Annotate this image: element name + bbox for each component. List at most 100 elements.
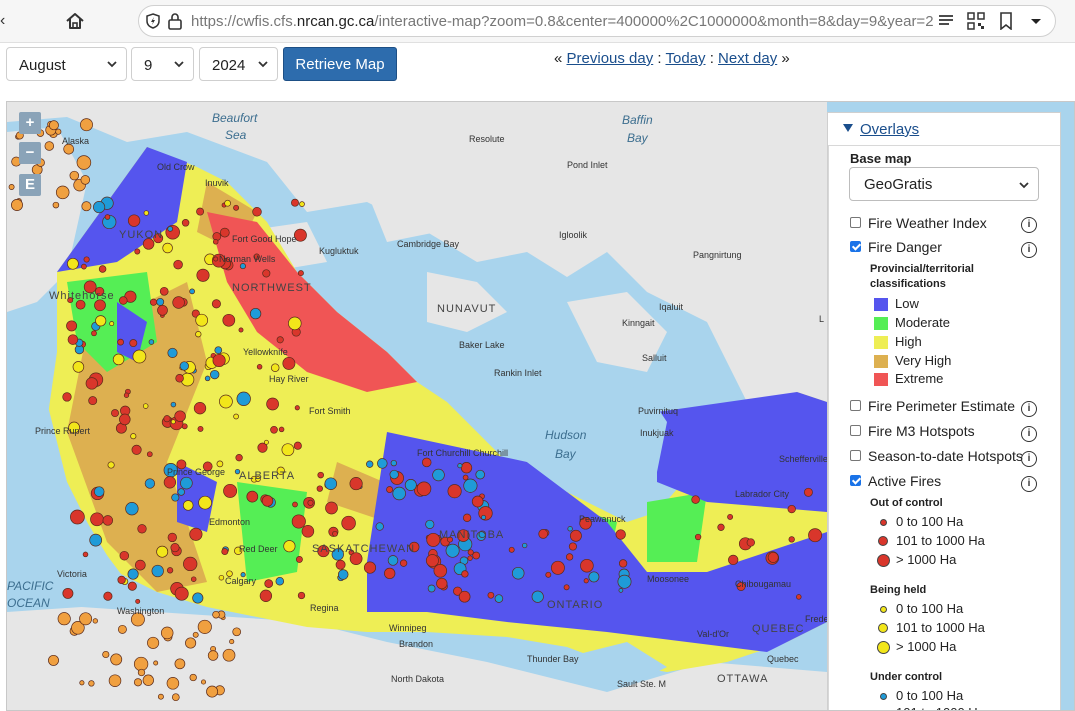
fire-marker[interactable] xyxy=(166,677,180,690)
fire-marker[interactable] xyxy=(728,554,739,566)
fire-marker[interactable] xyxy=(132,349,147,364)
fire-marker[interactable] xyxy=(67,334,79,345)
fire-marker[interactable] xyxy=(387,555,399,566)
fire-marker[interactable] xyxy=(183,556,198,572)
fire-marker[interactable] xyxy=(148,339,155,345)
fire-marker[interactable] xyxy=(166,567,174,574)
fire-marker[interactable] xyxy=(112,353,125,366)
fire-marker[interactable] xyxy=(588,571,600,583)
back-button[interactable]: ‹ xyxy=(0,12,5,30)
fire-marker[interactable] xyxy=(239,263,246,270)
fwi-checkbox[interactable] xyxy=(850,217,861,228)
fire-marker[interactable] xyxy=(727,513,734,520)
collapse-triangle-icon[interactable] xyxy=(842,122,854,134)
fire-marker[interactable] xyxy=(214,346,223,355)
fire-marker[interactable] xyxy=(103,591,113,601)
fire-marker[interactable] xyxy=(189,673,197,682)
fire-marker[interactable] xyxy=(212,610,220,619)
fire-marker[interactable] xyxy=(174,410,186,422)
fire-marker[interactable] xyxy=(270,363,280,372)
fire-marker[interactable] xyxy=(133,656,149,672)
fire-marker[interactable] xyxy=(494,594,504,603)
fire-marker[interactable] xyxy=(618,588,624,593)
fire-marker[interactable] xyxy=(129,339,138,348)
fire-marker[interactable] xyxy=(335,559,346,570)
fire-marker[interactable] xyxy=(236,391,251,406)
fire-marker[interactable] xyxy=(565,553,574,561)
basemap-select[interactable]: GeoGratis xyxy=(849,167,1039,201)
fire-marker[interactable] xyxy=(192,631,199,638)
fire-marker[interactable] xyxy=(377,458,388,469)
fire-marker[interactable] xyxy=(117,575,126,585)
fire-marker[interactable] xyxy=(196,268,210,282)
fire-marker[interactable] xyxy=(390,459,397,467)
fire-marker[interactable] xyxy=(134,248,141,255)
fire-marker[interactable] xyxy=(694,533,702,541)
fire-marker[interactable] xyxy=(200,679,207,685)
info-icon[interactable]: i xyxy=(1021,217,1037,233)
fire-marker[interactable] xyxy=(399,559,408,567)
fire-marker[interactable] xyxy=(159,286,169,296)
address-bar[interactable]: https://cwfis.cfs.nrcan.gc.ca/interactiv… xyxy=(138,5,1056,37)
fire-marker[interactable] xyxy=(447,484,462,499)
fire-marker[interactable] xyxy=(717,523,725,531)
fire-marker[interactable] xyxy=(332,530,338,537)
interactive-map[interactable]: Beaufort Sea Alaska Old Crow Inuvik Fort Good… xyxy=(6,101,1075,711)
fire-marker[interactable] xyxy=(276,336,284,344)
fire-marker[interactable] xyxy=(232,627,242,637)
fire-marker[interactable] xyxy=(436,577,448,590)
fire-marker[interactable] xyxy=(170,543,180,553)
fire-marker[interactable] xyxy=(123,392,130,398)
fire-marker[interactable] xyxy=(266,397,279,411)
fire-marker[interactable] xyxy=(275,576,285,586)
fire-marker[interactable] xyxy=(538,529,549,539)
fire-marker[interactable] xyxy=(746,538,755,547)
fire-marker[interactable] xyxy=(404,479,417,491)
zoom-out-button[interactable]: − xyxy=(19,142,41,164)
fire-marker[interactable] xyxy=(119,413,131,426)
fire-marker[interactable] xyxy=(180,476,193,490)
fire-marker[interactable] xyxy=(216,460,224,468)
fire-marker[interactable] xyxy=(163,415,171,423)
fire-marker[interactable] xyxy=(325,501,338,515)
fire-marker[interactable] xyxy=(156,297,165,306)
fire-marker[interactable] xyxy=(262,269,271,278)
fire-marker[interactable] xyxy=(117,624,127,634)
fire-marker[interactable] xyxy=(163,476,177,489)
fire-marker[interactable] xyxy=(425,554,439,568)
fire-marker[interactable] xyxy=(179,361,189,371)
fire-marker[interactable] xyxy=(135,598,141,604)
fire-marker[interactable] xyxy=(102,515,114,526)
fire-marker[interactable] xyxy=(366,460,374,468)
fire-marker[interactable] xyxy=(316,485,323,492)
fire-marker[interactable] xyxy=(281,443,295,457)
fire-marker[interactable] xyxy=(181,219,190,227)
fire-marker[interactable] xyxy=(221,548,229,556)
day-select[interactable]: 9 xyxy=(131,47,194,81)
fire-marker[interactable] xyxy=(198,495,212,510)
fire-marker[interactable] xyxy=(462,513,472,522)
fire-marker[interactable] xyxy=(317,471,324,479)
fire-marker[interactable] xyxy=(297,270,304,277)
fire-marker[interactable] xyxy=(81,201,92,212)
fire-marker[interactable] xyxy=(55,128,62,135)
fire-marker[interactable] xyxy=(157,304,168,316)
fire-marker[interactable] xyxy=(175,374,184,383)
fire-marker[interactable] xyxy=(222,313,236,327)
fire-marker[interactable] xyxy=(192,592,204,604)
fire-marker[interactable] xyxy=(93,486,105,497)
fire-marker[interactable] xyxy=(146,451,153,458)
fire-marker[interactable] xyxy=(48,654,59,666)
fire-marker[interactable] xyxy=(90,512,104,527)
fire-marker[interactable] xyxy=(89,533,103,547)
fire-marker[interactable] xyxy=(111,409,119,418)
fire-marker[interactable] xyxy=(445,543,460,558)
fire-marker[interactable] xyxy=(462,474,469,481)
fire-marker[interactable] xyxy=(471,495,484,508)
fire-marker[interactable] xyxy=(157,693,164,700)
fire-marker[interactable] xyxy=(252,207,262,217)
fire-marker[interactable] xyxy=(72,361,85,373)
fire-marker[interactable] xyxy=(52,201,60,209)
fire-marker[interactable] xyxy=(189,527,203,541)
fire-marker[interactable] xyxy=(246,490,259,503)
